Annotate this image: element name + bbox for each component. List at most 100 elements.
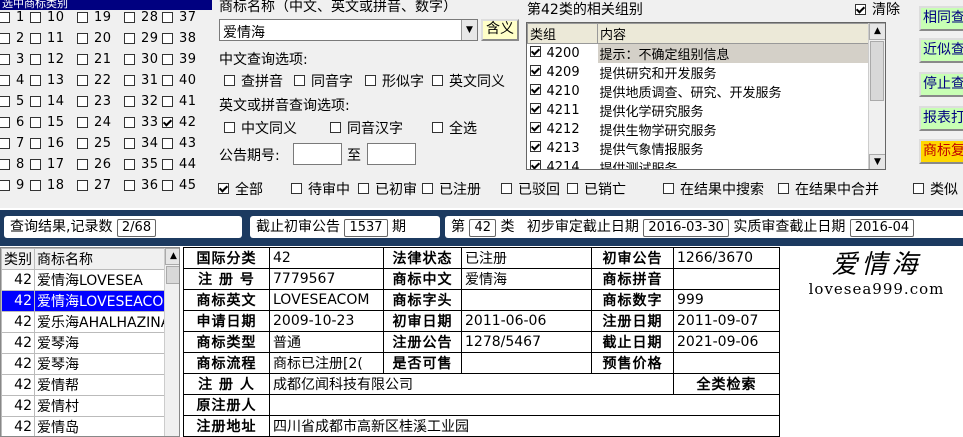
class-checkbox[interactable] [30,138,41,149]
name-input[interactable]: 爱情海 ▼ [219,19,478,41]
filter-checkbox[interactable] [567,183,578,194]
right-button[interactable]: 停止查 [919,72,963,97]
group-row[interactable]: 4210 提供地质调查、研究、开发服务 [528,82,885,101]
class-item[interactable]: 10 [30,7,65,28]
class-checkbox[interactable] [77,117,88,128]
filter-checkbox[interactable] [501,183,512,194]
class-item[interactable]: 22 [77,70,112,91]
class-item[interactable]: 25 [77,133,112,154]
period-from-input[interactable] [293,143,342,165]
class-checkbox[interactable] [0,159,10,170]
class-checkbox[interactable] [77,75,88,86]
group-code-cell[interactable]: 4209 [528,63,598,82]
group-checkbox[interactable] [529,141,541,152]
class-checkbox[interactable] [124,12,135,23]
class-checkbox[interactable] [0,54,10,65]
class-item[interactable]: 8 [0,154,25,175]
result-row[interactable]: 42 爱琴海 [1,332,166,354]
result-row[interactable]: 42 爱情海LOVESEA [1,269,166,291]
class-item[interactable]: 39 [162,49,197,70]
group-row[interactable]: 4211 提供化学研究服务 [528,101,885,120]
right-button[interactable]: 报表打 [919,106,963,131]
class-item[interactable]: 27 [77,175,112,196]
filter-checkbox[interactable] [291,183,302,194]
scroll-thumb[interactable] [166,266,179,284]
class-item[interactable]: 4 [0,70,25,91]
class-checkbox[interactable] [162,180,173,191]
filter-checkbox[interactable] [913,183,924,194]
right-button[interactable]: 商标复 [919,139,963,164]
class-item[interactable]: 26 [77,154,112,175]
class-checkbox[interactable] [162,96,173,107]
filter-option[interactable]: 已销亡 [567,178,626,199]
class-checkbox[interactable] [77,12,88,23]
class-item[interactable]: 23 [77,91,112,112]
class-checkbox[interactable] [30,159,41,170]
class-item[interactable]: 6 [0,112,25,133]
group-checkbox[interactable] [529,160,541,169]
class-item[interactable]: 35 [124,154,159,175]
option-enopts[interactable]: 同音汉字 [330,117,403,138]
option-checkbox[interactable] [224,75,235,86]
option-checkbox[interactable] [432,75,443,86]
class-checkbox[interactable] [162,12,173,23]
group-code-cell[interactable]: 4211 [528,101,598,120]
class-checkbox[interactable] [162,54,173,65]
option-cnopts[interactable]: 同音字 [294,70,353,91]
class-checkbox[interactable] [0,96,10,107]
filter-option[interactable]: 在结果中搜索 [663,178,764,199]
result-row[interactable]: 42 爱情海LOVESEACOM [1,290,166,312]
group-checkbox[interactable] [529,122,541,133]
class-checkbox[interactable] [30,12,41,23]
right-button[interactable]: 近似查 [919,38,963,63]
result-row[interactable]: 42 爱琴海 [1,353,166,375]
class-item[interactable]: 31 [124,70,159,91]
option-checkbox[interactable] [365,75,376,86]
filter-option[interactable]: 已注册 [422,178,481,199]
class-item[interactable]: 28 [124,7,159,28]
all-class-search-button[interactable]: 全类检索 [673,373,780,395]
class-checkbox[interactable] [124,159,135,170]
class-checkbox[interactable] [0,138,10,149]
class-checkbox[interactable] [162,75,173,86]
clear-checkbox[interactable]: 清除 [855,0,900,19]
class-checkbox[interactable] [30,96,41,107]
class-checkbox[interactable] [162,138,173,149]
class-item[interactable]: 5 [0,91,25,112]
filter-checkbox[interactable] [422,183,433,194]
class-item[interactable]: 40 [162,70,197,91]
group-row[interactable]: 4209 提供研究和开发服务 [528,63,885,82]
filter-checkbox[interactable] [358,183,369,194]
class-item[interactable]: 12 [30,49,65,70]
class-checkbox[interactable] [77,180,88,191]
class-checkbox[interactable] [0,75,10,86]
class-item[interactable]: 20 [77,28,112,49]
class-item[interactable]: 1 [0,7,25,28]
option-checkbox[interactable] [294,75,305,86]
filter-option[interactable]: 在结果中合并 [778,178,879,199]
class-item[interactable]: 13 [30,70,65,91]
class-item[interactable]: 11 [30,28,65,49]
class-checkbox[interactable] [162,117,173,128]
right-button[interactable]: 相同查 [919,6,963,31]
class-item[interactable]: 42 [162,112,197,133]
group-code-cell[interactable]: 4214 [528,158,598,169]
option-cnopts[interactable]: 查拼音 [224,70,283,91]
option-checkbox[interactable] [330,122,341,133]
class-item[interactable]: 37 [162,7,197,28]
option-checkbox[interactable] [432,122,443,133]
class-checkbox[interactable] [0,12,10,23]
groups-scrollbar[interactable]: ▲ ▼ [868,23,885,169]
class-checkbox[interactable] [124,75,135,86]
scroll-down-icon[interactable]: ▼ [869,154,885,169]
option-enopts[interactable]: 全选 [432,117,477,138]
class-item[interactable]: 29 [124,28,159,49]
filter-checkbox[interactable] [778,183,789,194]
class-item[interactable]: 32 [124,91,159,112]
class-checkbox[interactable] [162,33,173,44]
result-row[interactable]: 42 爱情帮 [1,374,166,396]
class-item[interactable]: 34 [124,133,159,154]
class-item[interactable]: 41 [162,91,197,112]
class-item[interactable]: 3 [0,49,25,70]
class-checkbox[interactable] [30,75,41,86]
